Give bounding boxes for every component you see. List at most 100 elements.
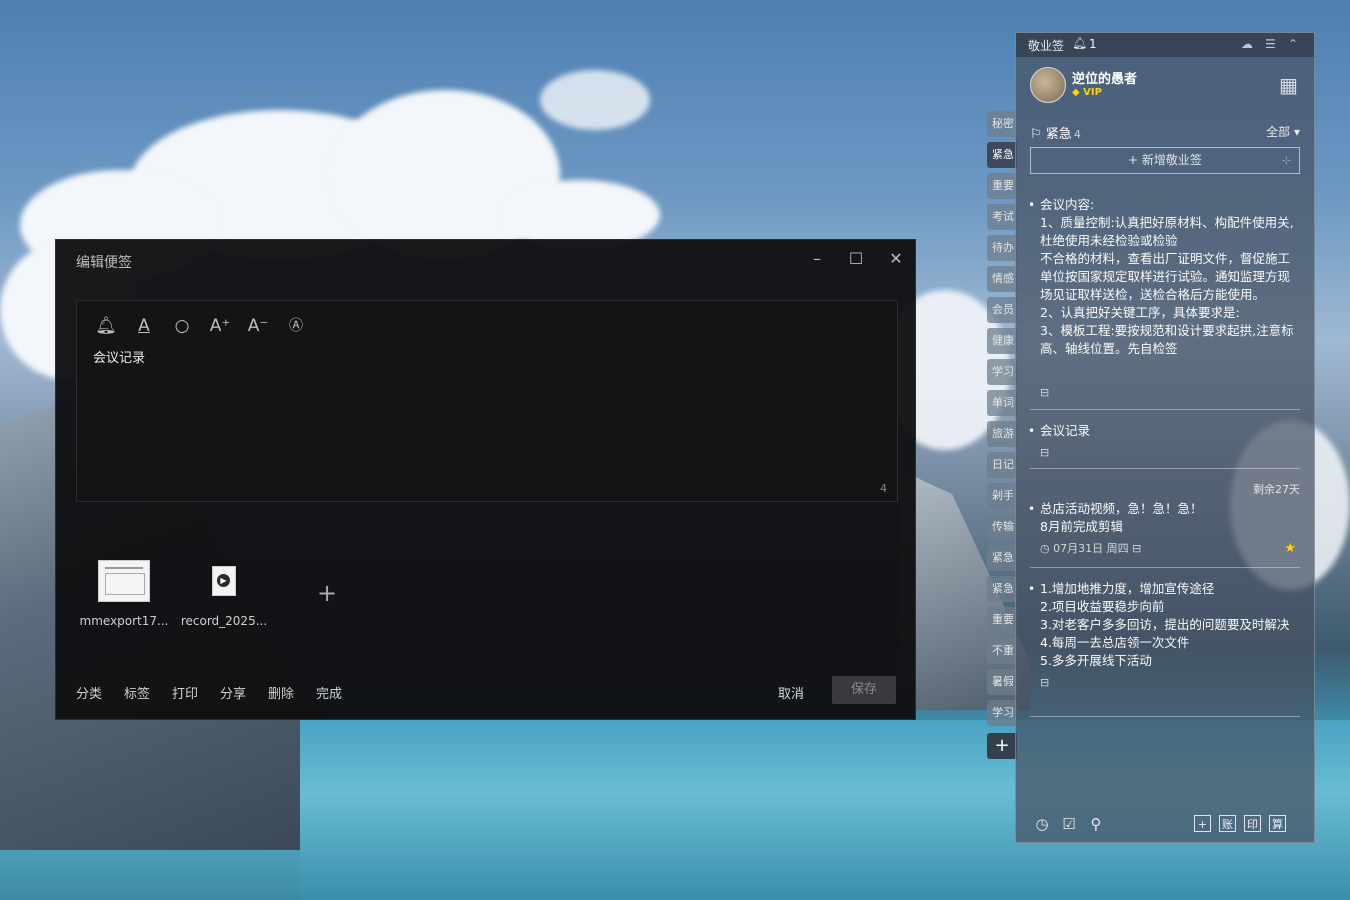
- category-button[interactable]: 分类: [76, 683, 102, 702]
- username: 逆位的愚者: [1072, 72, 1138, 87]
- font-decrease-icon[interactable]: A⁻: [247, 315, 269, 337]
- note-line: 2、认真把好关键工序，具体要求是:: [1040, 305, 1240, 320]
- search-icon[interactable]: ○: [171, 315, 193, 337]
- vip-label: VIP: [1083, 87, 1102, 98]
- note-line: 3、模板工程:要按规范和设计要求起拱,注意标高、轴线位置。先自检签: [1040, 323, 1294, 356]
- add-note-button[interactable]: + 新增敬业签 ⊹: [1030, 147, 1300, 174]
- divider: [1030, 468, 1300, 469]
- note-line: 4.每周一去总店领一次文件: [1040, 635, 1190, 650]
- tab-category[interactable]: 单词: [987, 390, 1017, 416]
- tab-category[interactable]: 秘密: [987, 111, 1017, 137]
- reminder-count: 1: [1089, 37, 1097, 51]
- account-button[interactable]: 账: [1219, 815, 1236, 832]
- tab-category[interactable]: 学习: [987, 359, 1017, 385]
- reminder-date: ◷ 07月31日 周四 ⊟: [1040, 542, 1142, 555]
- remaining-days: 剩余27天: [1253, 483, 1300, 496]
- note-line: 1、质量控制:认真把好原材料、构配件使用关,杜绝使用未经检验或检验: [1040, 215, 1294, 248]
- note-item[interactable]: • 会议内容: 1、质量控制:认真把好原材料、构配件使用关,杜绝使用未经检验或检…: [1030, 196, 1300, 382]
- tab-category[interactable]: 考试: [987, 204, 1017, 230]
- tab-category[interactable]: 健康: [987, 328, 1017, 354]
- close-icon[interactable]: ✕: [885, 248, 907, 270]
- share-button[interactable]: 分享: [220, 683, 246, 702]
- minimize-icon[interactable]: –: [806, 248, 828, 270]
- note-line: 不合格的材料，查看出厂证明文件，督促施工单位按国家规定取样进行试验。通知监理方现…: [1040, 251, 1291, 302]
- tab-category[interactable]: 暑假: [987, 669, 1017, 695]
- attachment-icon: ⊟: [1040, 446, 1050, 459]
- clock-icon[interactable]: ◷: [1033, 815, 1051, 833]
- divider: [1030, 716, 1300, 717]
- note-line: 1.增加地推力度，增加宣传途径: [1040, 581, 1215, 596]
- avatar[interactable]: [1030, 67, 1066, 103]
- tab-category[interactable]: 重要: [987, 607, 1017, 633]
- tab-category[interactable]: 紧急: [987, 576, 1017, 602]
- edit-note-window: 编辑便签 – ☐ ✕ 🔔︎ A ○ A⁺ A⁻ Ⓐ 会议记录 4 mmexpor…: [55, 239, 916, 720]
- note-line: 会议记录: [1040, 423, 1091, 438]
- note-editor[interactable]: 🔔︎ A ○ A⁺ A⁻ Ⓐ 会议记录 4: [76, 300, 898, 502]
- tab-category-active[interactable]: 紧急: [987, 142, 1017, 168]
- sticky-notes-panel: 敬业签 🔔︎ 1 ☁ ☰ ⌃ 逆位的愚者 ◆ VIP ▦ ⚐ 紧急 4 全部 ▾ …: [1015, 32, 1315, 843]
- tab-category[interactable]: 传输: [987, 514, 1017, 540]
- search-icon[interactable]: ⚲: [1087, 815, 1105, 833]
- tab-category[interactable]: 待办: [987, 235, 1017, 261]
- attachment-icon: ⊟: [1040, 386, 1050, 399]
- char-count: 4: [880, 482, 887, 495]
- attachment-audio[interactable]: ▶ record_2025...: [179, 560, 269, 628]
- note-line: 总店活动视频，急！急！急！: [1040, 501, 1203, 516]
- divider: [1030, 567, 1300, 568]
- format-clear-icon[interactable]: Ⓐ: [285, 315, 307, 337]
- reminder-bell-icon[interactable]: 🔔︎: [1072, 36, 1087, 50]
- cloud-sync-icon[interactable]: ☁: [1241, 37, 1253, 51]
- tab-category[interactable]: 旅游: [987, 421, 1017, 447]
- star-icon[interactable]: ★: [1284, 541, 1296, 556]
- note-item[interactable]: • 1.增加地推力度，增加宣传途径 2.项目收益要稳步向前 3.对老客户多多回访…: [1028, 580, 1300, 689]
- note-line: 5.多多开展线下活动: [1040, 653, 1152, 668]
- maximize-icon[interactable]: ☐: [845, 248, 867, 270]
- tab-category[interactable]: 紧急: [987, 545, 1017, 571]
- tab-category[interactable]: 日记: [987, 452, 1017, 478]
- tab-category[interactable]: 不重: [987, 638, 1017, 664]
- print-button[interactable]: 打印: [172, 683, 198, 702]
- current-category: ⚐ 紧急 4: [1030, 127, 1081, 142]
- complete-button[interactable]: 完成: [316, 683, 342, 702]
- tab-category[interactable]: 会员: [987, 297, 1017, 323]
- note-item[interactable]: • 会议记录 ⊟: [1028, 422, 1300, 459]
- add-note-label: 新增敬业签: [1141, 153, 1202, 167]
- date-label: 07月31日 周四: [1053, 542, 1129, 555]
- attachment-icon: ⊟: [1040, 676, 1050, 689]
- tab-category[interactable]: 学习: [987, 700, 1017, 726]
- tab-category[interactable]: 剁手: [987, 483, 1017, 509]
- attachment-image[interactable]: mmexport17...: [79, 560, 169, 628]
- font-increase-icon[interactable]: A⁺: [209, 315, 231, 337]
- save-button[interactable]: 保存: [832, 676, 896, 704]
- add-box-button[interactable]: +: [1194, 815, 1211, 832]
- window-title: 编辑便签: [76, 255, 132, 271]
- tag-button[interactable]: 标签: [124, 683, 150, 702]
- note-line: 3.对老客户多多回访，提出的问题要及时解决: [1040, 617, 1290, 632]
- cancel-button[interactable]: 取消: [778, 683, 804, 702]
- calculate-button[interactable]: 算: [1269, 815, 1286, 832]
- collapse-icon[interactable]: ⌃: [1288, 37, 1298, 51]
- tab-category[interactable]: 情感: [987, 266, 1017, 292]
- image-thumbnail: [98, 560, 150, 602]
- add-category-button[interactable]: +: [987, 733, 1017, 759]
- filter-label: 全部: [1266, 125, 1291, 139]
- reminder-bell-icon[interactable]: 🔔︎: [95, 315, 117, 337]
- print-button[interactable]: 印: [1244, 815, 1261, 832]
- note-item[interactable]: • 总店活动视频，急！急！急！ 8月前完成剪辑 ◷ 07月31日 周四 ⊟: [1028, 500, 1300, 555]
- checklist-icon[interactable]: ☑: [1060, 815, 1078, 833]
- pin-icon[interactable]: ⊹: [1282, 148, 1291, 173]
- delete-button[interactable]: 删除: [268, 683, 294, 702]
- app-name: 敬业签: [1028, 39, 1065, 53]
- tab-category[interactable]: 重要: [987, 173, 1017, 199]
- filter-dropdown[interactable]: 全部 ▾: [1266, 123, 1300, 140]
- menu-icon[interactable]: ☰: [1265, 37, 1276, 51]
- attachment-name: record_2025...: [180, 614, 268, 628]
- note-line: 8月前完成剪辑: [1040, 519, 1123, 534]
- note-content[interactable]: 会议记录: [93, 347, 145, 366]
- add-attachment-icon[interactable]: +: [314, 580, 340, 606]
- note-line: 2.项目收益要稳步向前: [1040, 599, 1165, 614]
- calendar-icon[interactable]: ▦: [1279, 73, 1298, 97]
- play-file-icon: ▶: [212, 566, 236, 596]
- note-line: 会议内容:: [1040, 197, 1095, 212]
- text-color-icon[interactable]: A: [133, 315, 155, 337]
